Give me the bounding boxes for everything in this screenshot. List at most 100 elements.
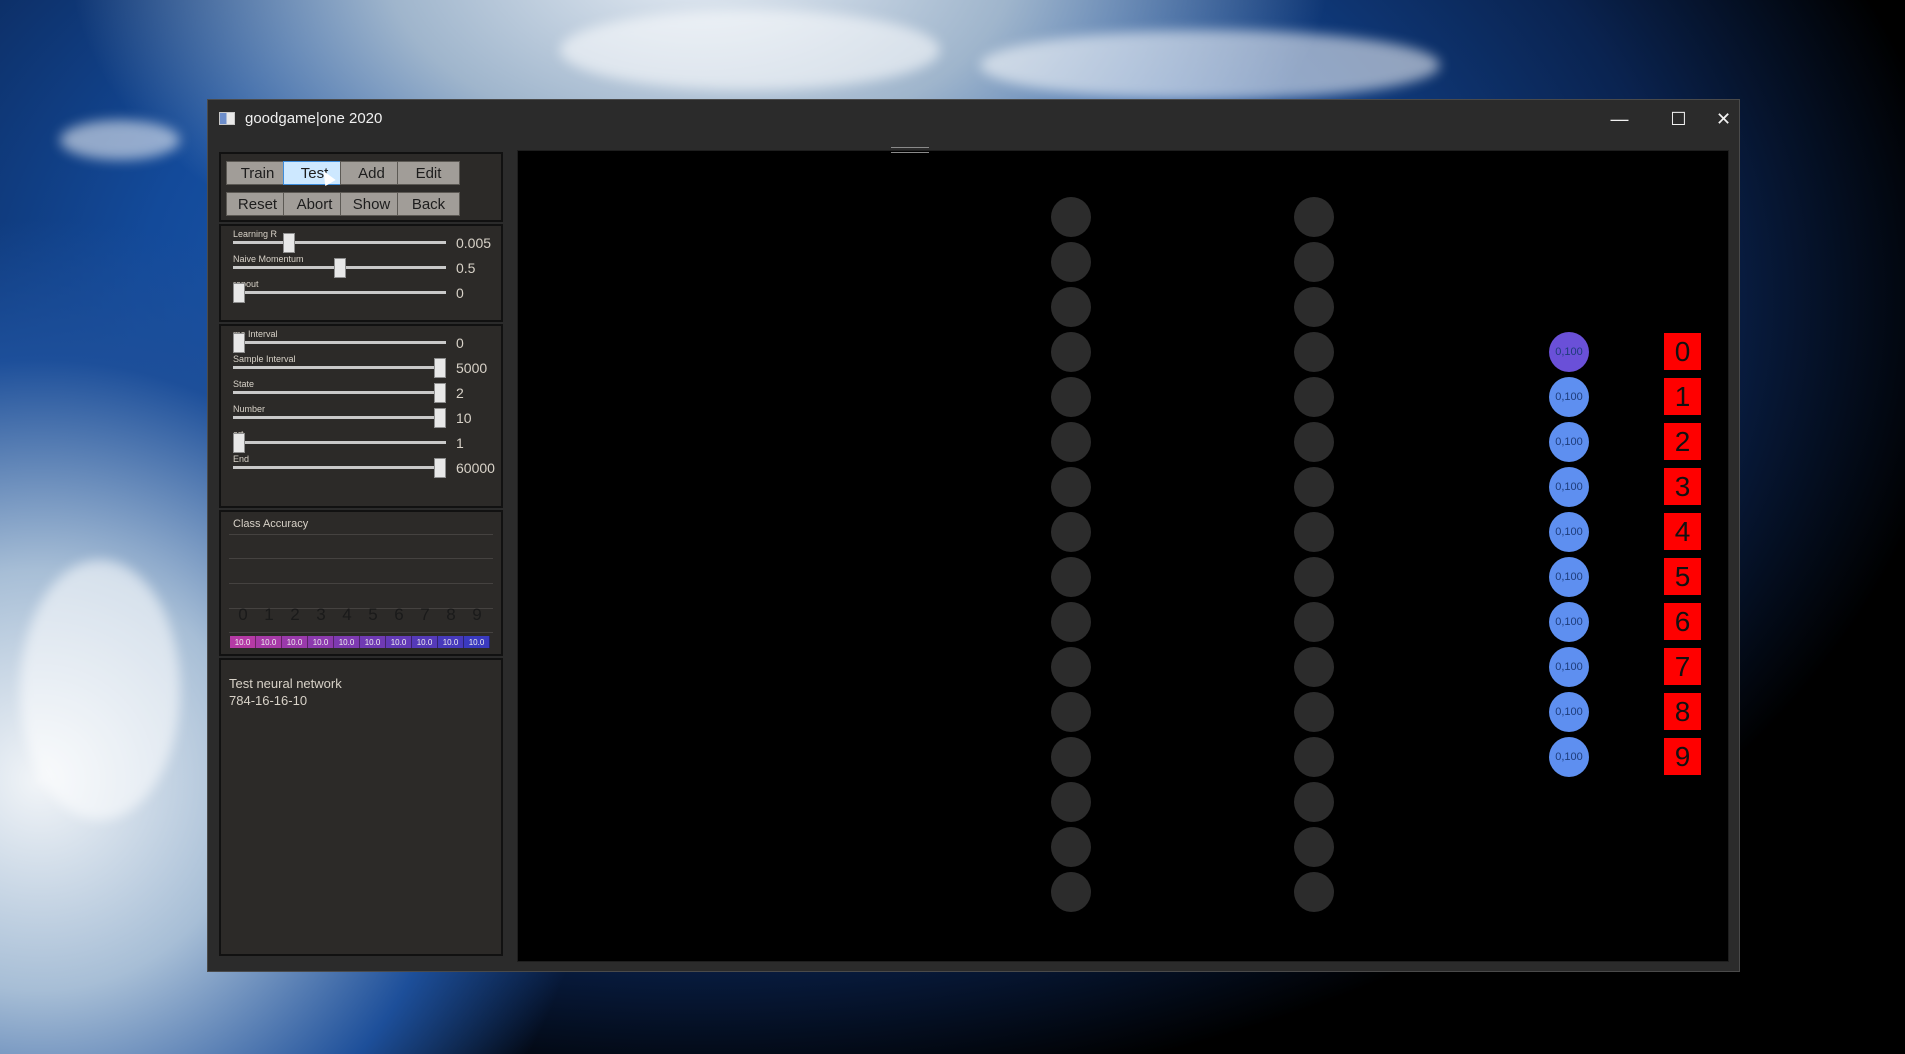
run-settings-panel: me Interval 0 Sample Interval 5000 State 2 Num… (219, 324, 503, 508)
hidden-layer-2-node[interactable] (1294, 467, 1334, 507)
slider-track[interactable] (233, 391, 446, 394)
slider-value: 10 (456, 410, 472, 426)
output-class-label: 4 (1664, 513, 1701, 550)
hidden-layer-1-node[interactable] (1051, 512, 1091, 552)
hidden-layer-2-node[interactable] (1294, 827, 1334, 867)
class-accuracy-cell: 10.0 (282, 636, 308, 648)
hidden-layer-1-node[interactable] (1051, 692, 1091, 732)
output-node[interactable]: 0,100 (1549, 332, 1589, 372)
slider-hyperparams-1[interactable]: Naive Momentum 0.5 (233, 254, 499, 278)
slider-track[interactable] (233, 366, 446, 369)
slider-thumb[interactable] (434, 383, 446, 403)
slider-run_settings-2[interactable]: State 2 (233, 379, 499, 403)
slider-thumb[interactable] (233, 433, 245, 453)
hidden-layer-2-node[interactable] (1294, 557, 1334, 597)
add-button[interactable]: Add (340, 161, 403, 185)
slider-run_settings-3[interactable]: Number 10 (233, 404, 499, 428)
hidden-layer-2-node[interactable] (1294, 647, 1334, 687)
output-node[interactable]: 0,100 (1549, 512, 1589, 552)
slider-run_settings-4[interactable]: art1 (233, 429, 499, 453)
hidden-layer-1-node[interactable] (1051, 557, 1091, 597)
slider-label: End (233, 454, 250, 464)
network-canvas[interactable]: 0,100 0 0,100 1 0,100 2 0,100 3 0,100 4 0,100 5 0,10… (517, 147, 1729, 962)
hidden-layer-1-node[interactable] (1051, 422, 1091, 462)
slider-label: Learning R (233, 229, 278, 239)
hidden-layer-1-node[interactable] (1051, 737, 1091, 777)
reset-button[interactable]: Reset (226, 192, 289, 216)
maximize-button[interactable]: ☐ (1649, 100, 1708, 138)
hidden-layer-2-node[interactable] (1294, 197, 1334, 237)
splitter-handle[interactable] (891, 147, 929, 153)
slider-hyperparams-0[interactable]: Learning R 0.005 (233, 229, 499, 253)
slider-thumb[interactable] (283, 233, 296, 253)
hidden-layer-1-node[interactable] (1051, 287, 1091, 327)
slider-value: 0 (456, 285, 464, 301)
back-button[interactable]: Back (397, 192, 460, 216)
slider-thumb[interactable] (434, 408, 446, 428)
hidden-layer-1-node[interactable] (1051, 242, 1091, 282)
slider-hyperparams-2[interactable]: ropout 0 (233, 279, 499, 303)
hidden-layer-2-node[interactable] (1294, 377, 1334, 417)
minimize-button[interactable]: — (1590, 100, 1649, 138)
hidden-layer-2-node[interactable] (1294, 692, 1334, 732)
class-digit-label: 4 (342, 605, 352, 624)
slider-track[interactable] (233, 441, 446, 444)
hidden-layer-1-node[interactable] (1051, 827, 1091, 867)
hidden-layer-2-node[interactable] (1294, 602, 1334, 642)
hidden-layer-2-node[interactable] (1294, 737, 1334, 777)
class-accuracy-cell: 10.0 (464, 636, 490, 648)
hidden-layer-1-node[interactable] (1051, 197, 1091, 237)
close-button[interactable]: ✕ (1708, 100, 1739, 138)
hidden-layer-2-node[interactable] (1294, 287, 1334, 327)
accuracy-strip: 10.0 10.0 10.0 10.0 10.0 10.0 10.0 10.0 10.0 10.0 (230, 636, 490, 648)
output-node[interactable]: 0,100 (1549, 692, 1589, 732)
output-node[interactable]: 0,100 (1549, 377, 1589, 417)
hidden-layer-1-node[interactable] (1051, 332, 1091, 372)
slider-thumb[interactable] (434, 358, 446, 378)
slider-track[interactable] (233, 341, 446, 344)
hidden-layer-1-node[interactable] (1051, 782, 1091, 822)
slider-thumb[interactable] (434, 458, 446, 478)
edit-button[interactable]: Edit (397, 161, 460, 185)
test-button[interactable]: Test (283, 161, 346, 185)
output-node[interactable]: 0,100 (1549, 467, 1589, 507)
class-accuracy-cell: 10.0 (386, 636, 412, 648)
slider-track[interactable] (233, 291, 446, 294)
slider-thumb[interactable] (233, 333, 245, 353)
output-class-label: 5 (1664, 558, 1701, 595)
slider-track[interactable] (233, 416, 446, 419)
hidden-layer-1-node[interactable] (1051, 647, 1091, 687)
slider-run_settings-0[interactable]: me Interval 0 (233, 329, 499, 353)
slider-track[interactable] (233, 466, 446, 469)
hidden-layer-1-node[interactable] (1051, 377, 1091, 417)
slider-thumb[interactable] (333, 258, 346, 278)
hidden-layer-1-node[interactable] (1051, 602, 1091, 642)
output-node[interactable]: 0,100 (1549, 557, 1589, 597)
slider-track[interactable] (233, 241, 446, 244)
hidden-layer-1-node[interactable] (1051, 872, 1091, 912)
output-node[interactable]: 0,100 (1549, 422, 1589, 462)
slider-run_settings-5[interactable]: End 60000 (233, 454, 499, 478)
output-node[interactable]: 0,100 (1549, 602, 1589, 642)
slider-thumb[interactable] (233, 283, 245, 303)
hidden-layer-2-node[interactable] (1294, 782, 1334, 822)
app-window: goodgame|one 2020 — ☐ ✕ Train Test Add E… (208, 100, 1739, 971)
class-digit-label: 3 (316, 605, 326, 624)
train-button[interactable]: Train (226, 161, 289, 185)
hidden-layer-2-node[interactable] (1294, 242, 1334, 282)
hidden-layer-2-node[interactable] (1294, 872, 1334, 912)
output-node[interactable]: 0,100 (1549, 737, 1589, 777)
class-accuracy-cell: 10.0 (412, 636, 438, 648)
hidden-layer-2-node[interactable] (1294, 332, 1334, 372)
hidden-layer-2-node[interactable] (1294, 512, 1334, 552)
output-node[interactable]: 0,100 (1549, 647, 1589, 687)
class-digit-label: 8 (446, 605, 456, 624)
title-bar[interactable]: goodgame|one 2020 — ☐ ✕ (208, 100, 1739, 138)
show-button[interactable]: Show (340, 192, 403, 216)
slider-label: Naive Momentum (233, 254, 304, 264)
hidden-layer-2-node[interactable] (1294, 422, 1334, 462)
window-title: goodgame|one 2020 (245, 110, 383, 127)
hidden-layer-1-node[interactable] (1051, 467, 1091, 507)
slider-run_settings-1[interactable]: Sample Interval 5000 (233, 354, 499, 378)
abort-button[interactable]: Abort (283, 192, 346, 216)
